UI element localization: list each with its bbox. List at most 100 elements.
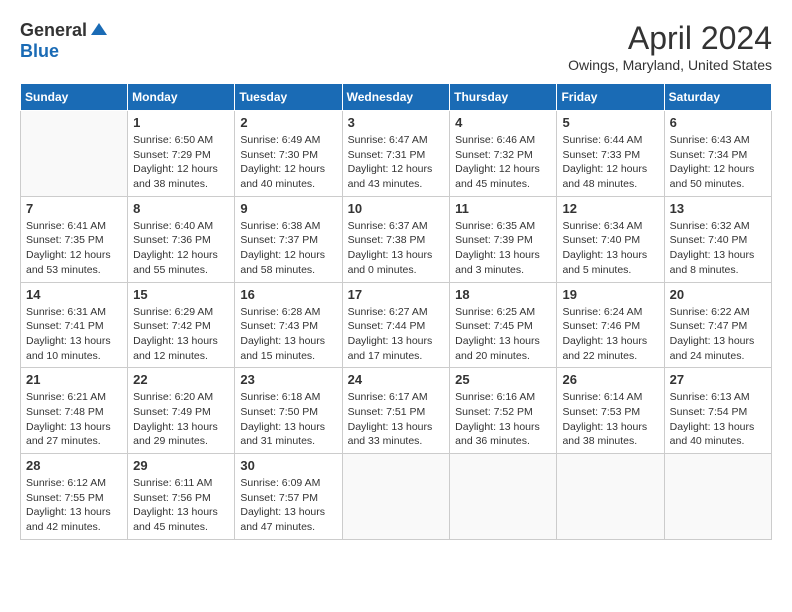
- day-number: 28: [26, 458, 122, 473]
- day-number: 16: [240, 287, 336, 302]
- column-header-saturday: Saturday: [664, 84, 771, 111]
- calendar-cell: 25 Sunrise: 6:16 AM Sunset: 7:52 PM Dayli…: [450, 368, 557, 454]
- day-info: Sunrise: 6:49 AM Sunset: 7:30 PM Dayligh…: [240, 133, 336, 192]
- calendar-cell: 19 Sunrise: 6:24 AM Sunset: 7:46 PM Dayli…: [557, 282, 664, 368]
- day-info: Sunrise: 6:43 AM Sunset: 7:34 PM Dayligh…: [670, 133, 766, 192]
- week-row-4: 21Sunrise: 6:21 AM Sunset: 7:48 PM Dayli…: [21, 368, 772, 454]
- day-number: 15: [133, 287, 229, 302]
- day-number: 29: [133, 458, 229, 473]
- calendar-cell: 9 Sunrise: 6:38 AM Sunset: 7:37 PM Daylig…: [235, 196, 342, 282]
- calendar-cell: 1 Sunrise: 6:50 AM Sunset: 7:29 PM Daylig…: [128, 111, 235, 197]
- calendar-cell: 24Sunrise: 6:17 AM Sunset: 7:51 PM Dayli…: [342, 368, 450, 454]
- day-info: Sunrise: 6:41 AM Sunset: 7:35 PM Dayligh…: [26, 219, 122, 278]
- day-number: 20: [670, 287, 766, 302]
- calendar-header-row: SundayMondayTuesdayWednesdayThursdayFrid…: [21, 84, 772, 111]
- month-title: April 2024: [568, 20, 772, 57]
- day-number: 19: [562, 287, 658, 302]
- calendar-cell: [450, 454, 557, 540]
- calendar-cell: 13Sunrise: 6:32 AM Sunset: 7:40 PM Dayli…: [664, 196, 771, 282]
- day-number: 6: [670, 115, 766, 130]
- logo: General Blue: [20, 20, 109, 62]
- calendar-cell: 20Sunrise: 6:22 AM Sunset: 7:47 PM Dayli…: [664, 282, 771, 368]
- calendar-cell: 7 Sunrise: 6:41 AM Sunset: 7:35 PM Daylig…: [21, 196, 128, 282]
- column-header-monday: Monday: [128, 84, 235, 111]
- column-header-tuesday: Tuesday: [235, 84, 342, 111]
- day-info: Sunrise: 6:13 AM Sunset: 7:54 PM Dayligh…: [670, 390, 766, 449]
- day-info: Sunrise: 6:37 AM Sunset: 7:38 PM Dayligh…: [348, 219, 445, 278]
- day-number: 12: [562, 201, 658, 216]
- day-info: Sunrise: 6:34 AM Sunset: 7:40 PM Dayligh…: [562, 219, 658, 278]
- calendar-cell: 23 Sunrise: 6:18 AM Sunset: 7:50 PM Dayli…: [235, 368, 342, 454]
- day-number: 14: [26, 287, 122, 302]
- calendar-cell: 5Sunrise: 6:44 AM Sunset: 7:33 PM Daylig…: [557, 111, 664, 197]
- day-info: Sunrise: 6:29 AM Sunset: 7:42 PM Dayligh…: [133, 305, 229, 364]
- week-row-2: 7 Sunrise: 6:41 AM Sunset: 7:35 PM Daylig…: [21, 196, 772, 282]
- day-info: Sunrise: 6:40 AM Sunset: 7:36 PM Dayligh…: [133, 219, 229, 278]
- day-number: 21: [26, 372, 122, 387]
- day-number: 30: [240, 458, 336, 473]
- calendar-cell: 22Sunrise: 6:20 AM Sunset: 7:49 PM Dayli…: [128, 368, 235, 454]
- day-number: 9: [240, 201, 336, 216]
- calendar-cell: 17 Sunrise: 6:27 AM Sunset: 7:44 PM Dayli…: [342, 282, 450, 368]
- calendar-cell: [342, 454, 450, 540]
- day-info: Sunrise: 6:50 AM Sunset: 7:29 PM Dayligh…: [133, 133, 229, 192]
- day-info: Sunrise: 6:44 AM Sunset: 7:33 PM Dayligh…: [562, 133, 658, 192]
- day-number: 7: [26, 201, 122, 216]
- calendar-cell: 4 Sunrise: 6:46 AM Sunset: 7:32 PM Daylig…: [450, 111, 557, 197]
- calendar-table: SundayMondayTuesdayWednesdayThursdayFrid…: [20, 83, 772, 540]
- column-header-friday: Friday: [557, 84, 664, 111]
- calendar-cell: 10 Sunrise: 6:37 AM Sunset: 7:38 PM Dayli…: [342, 196, 450, 282]
- logo-blue-text: Blue: [20, 41, 59, 62]
- calendar-cell: [557, 454, 664, 540]
- calendar-cell: 21Sunrise: 6:21 AM Sunset: 7:48 PM Dayli…: [21, 368, 128, 454]
- calendar-cell: 18 Sunrise: 6:25 AM Sunset: 7:45 PM Dayli…: [450, 282, 557, 368]
- column-header-thursday: Thursday: [450, 84, 557, 111]
- day-info: Sunrise: 6:24 AM Sunset: 7:46 PM Dayligh…: [562, 305, 658, 364]
- day-info: Sunrise: 6:27 AM Sunset: 7:44 PM Dayligh…: [348, 305, 445, 364]
- day-info: Sunrise: 6:14 AM Sunset: 7:53 PM Dayligh…: [562, 390, 658, 449]
- location-text: Owings, Maryland, United States: [568, 57, 772, 73]
- calendar-cell: 11 Sunrise: 6:35 AM Sunset: 7:39 PM Dayli…: [450, 196, 557, 282]
- calendar-cell: 8Sunrise: 6:40 AM Sunset: 7:36 PM Daylig…: [128, 196, 235, 282]
- calendar-cell: 30 Sunrise: 6:09 AM Sunset: 7:57 PM Dayli…: [235, 454, 342, 540]
- day-number: 4: [455, 115, 551, 130]
- day-info: Sunrise: 6:38 AM Sunset: 7:37 PM Dayligh…: [240, 219, 336, 278]
- title-section: April 2024 Owings, Maryland, United Stat…: [568, 20, 772, 73]
- day-number: 26: [562, 372, 658, 387]
- day-number: 17: [348, 287, 445, 302]
- day-info: Sunrise: 6:12 AM Sunset: 7:55 PM Dayligh…: [26, 476, 122, 535]
- calendar-cell: 26 Sunrise: 6:14 AM Sunset: 7:53 PM Dayli…: [557, 368, 664, 454]
- day-info: Sunrise: 6:09 AM Sunset: 7:57 PM Dayligh…: [240, 476, 336, 535]
- day-info: Sunrise: 6:31 AM Sunset: 7:41 PM Dayligh…: [26, 305, 122, 364]
- day-number: 22: [133, 372, 229, 387]
- day-number: 11: [455, 201, 551, 216]
- day-info: Sunrise: 6:47 AM Sunset: 7:31 PM Dayligh…: [348, 133, 445, 192]
- day-info: Sunrise: 6:16 AM Sunset: 7:52 PM Dayligh…: [455, 390, 551, 449]
- calendar-cell: 12 Sunrise: 6:34 AM Sunset: 7:40 PM Dayli…: [557, 196, 664, 282]
- day-number: 10: [348, 201, 445, 216]
- calendar-cell: 28 Sunrise: 6:12 AM Sunset: 7:55 PM Dayli…: [21, 454, 128, 540]
- logo-general-text: General: [20, 20, 87, 41]
- column-header-sunday: Sunday: [21, 84, 128, 111]
- calendar-cell: [21, 111, 128, 197]
- week-row-3: 14 Sunrise: 6:31 AM Sunset: 7:41 PM Dayli…: [21, 282, 772, 368]
- day-info: Sunrise: 6:46 AM Sunset: 7:32 PM Dayligh…: [455, 133, 551, 192]
- calendar-cell: 16 Sunrise: 6:28 AM Sunset: 7:43 PM Dayli…: [235, 282, 342, 368]
- day-info: Sunrise: 6:25 AM Sunset: 7:45 PM Dayligh…: [455, 305, 551, 364]
- calendar-cell: 27Sunrise: 6:13 AM Sunset: 7:54 PM Dayli…: [664, 368, 771, 454]
- day-info: Sunrise: 6:35 AM Sunset: 7:39 PM Dayligh…: [455, 219, 551, 278]
- logo-icon: [89, 21, 109, 41]
- calendar-cell: 6 Sunrise: 6:43 AM Sunset: 7:34 PM Daylig…: [664, 111, 771, 197]
- day-info: Sunrise: 6:17 AM Sunset: 7:51 PM Dayligh…: [348, 390, 445, 449]
- day-info: Sunrise: 6:18 AM Sunset: 7:50 PM Dayligh…: [240, 390, 336, 449]
- column-header-wednesday: Wednesday: [342, 84, 450, 111]
- day-info: Sunrise: 6:11 AM Sunset: 7:56 PM Dayligh…: [133, 476, 229, 535]
- day-number: 18: [455, 287, 551, 302]
- day-number: 25: [455, 372, 551, 387]
- calendar-cell: [664, 454, 771, 540]
- calendar-cell: 14 Sunrise: 6:31 AM Sunset: 7:41 PM Dayli…: [21, 282, 128, 368]
- day-info: Sunrise: 6:28 AM Sunset: 7:43 PM Dayligh…: [240, 305, 336, 364]
- day-number: 23: [240, 372, 336, 387]
- calendar-cell: 15 Sunrise: 6:29 AM Sunset: 7:42 PM Dayli…: [128, 282, 235, 368]
- day-number: 1: [133, 115, 229, 130]
